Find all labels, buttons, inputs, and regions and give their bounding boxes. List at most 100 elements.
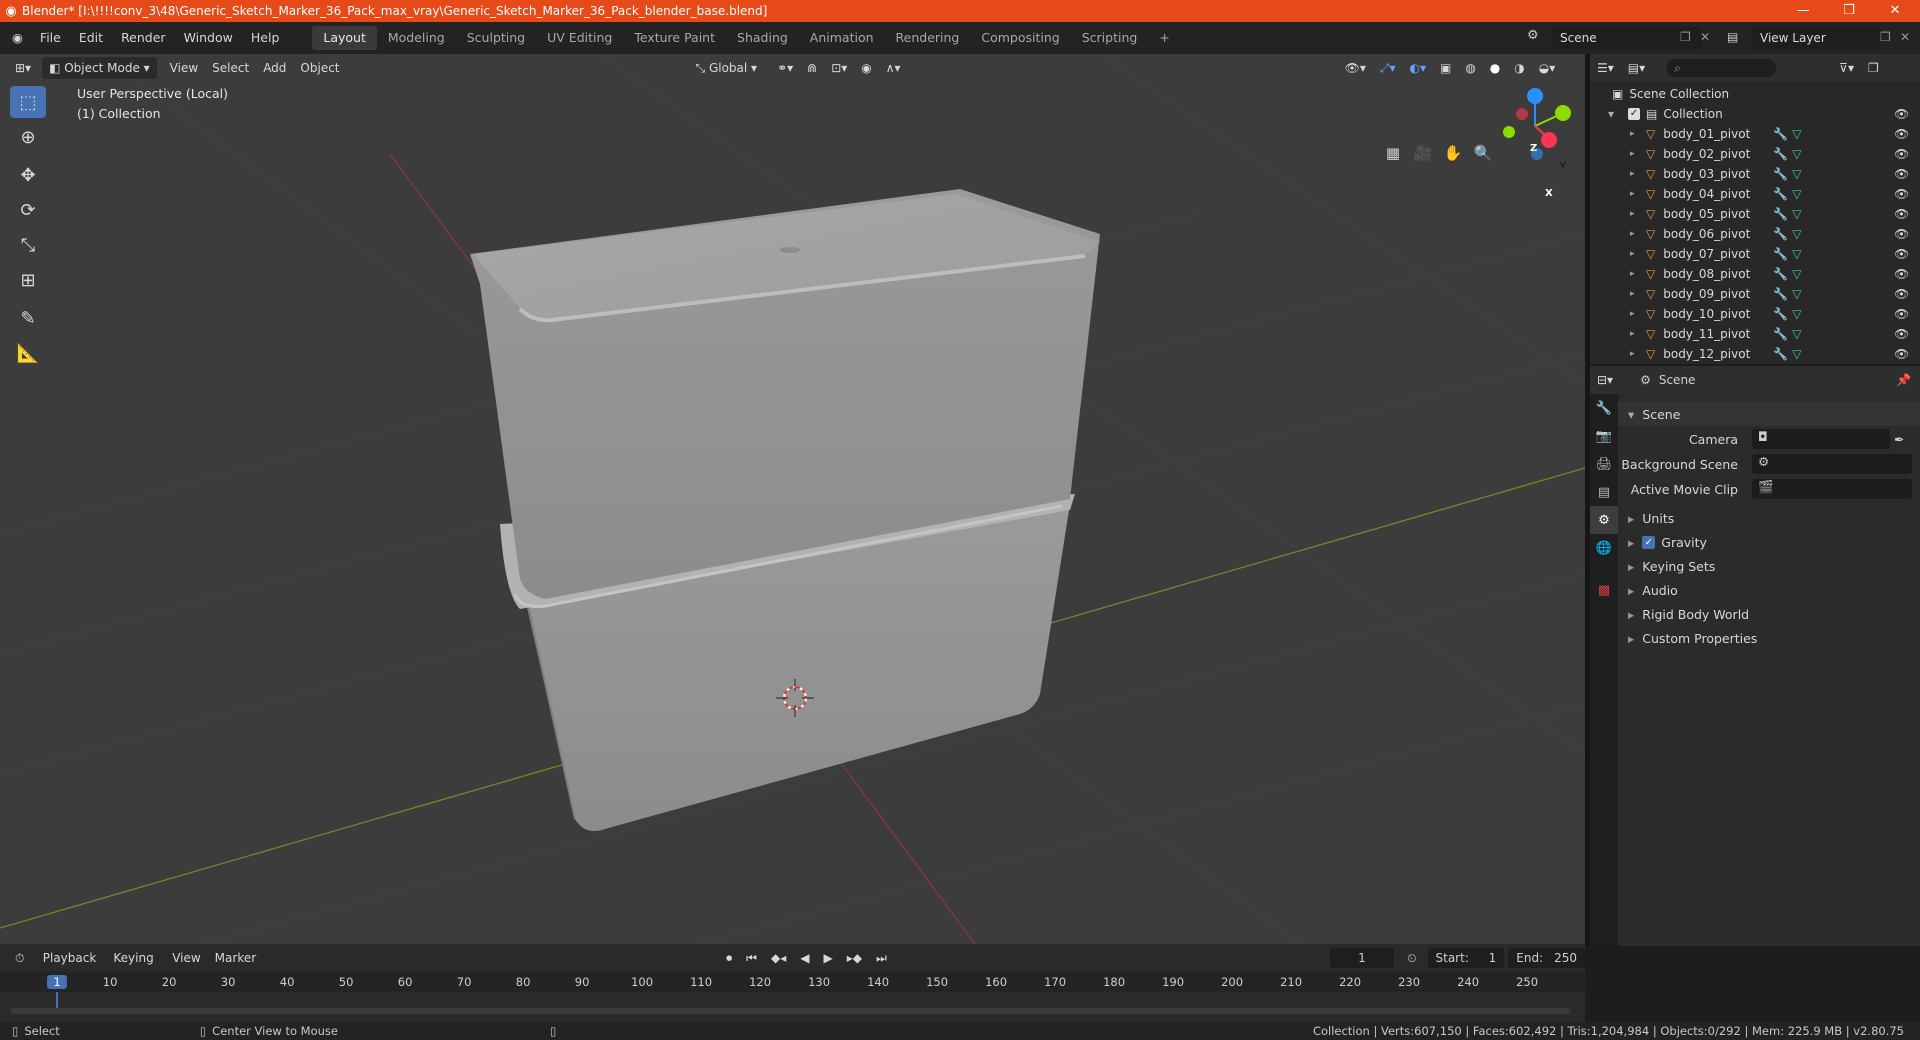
camera-view-icon[interactable]: 🎥: [1410, 140, 1436, 166]
background-scene-field[interactable]: ⚙: [1752, 454, 1912, 474]
pivot-icon[interactable]: ⚭▾: [770, 57, 800, 79]
frame-ruler[interactable]: 1 10 20 30 40 50 60 70 80 90 100 110 120 130 140 150 160…: [0, 972, 1585, 992]
solid-shading-icon[interactable]: ●: [1483, 57, 1507, 79]
keying-sets-panel[interactable]: ▸ Keying Sets: [1618, 554, 1920, 578]
menu-window[interactable]: Window: [175, 22, 242, 54]
outliner-item[interactable]: ▸ ▽ body_06_pivot 🔧 ▽ 👁: [1590, 224, 1920, 244]
outliner-item[interactable]: ▸ ▽ body_11_pivot 🔧 ▽ 👁: [1590, 324, 1920, 344]
mesh-data-icon[interactable]: ▽: [1792, 327, 1801, 341]
pan-view-icon[interactable]: ✋: [1440, 140, 1466, 166]
properties-editor-type-icon[interactable]: ⊟▾: [1590, 369, 1620, 391]
snap-target-icon[interactable]: ⊡▾: [824, 57, 854, 79]
outliner-search-input[interactable]: ⌕: [1666, 59, 1777, 77]
active-movie-clip-field[interactable]: 🎬: [1752, 479, 1912, 499]
menu-edit[interactable]: Edit: [70, 22, 112, 54]
play-reverse-icon[interactable]: ◀: [793, 947, 816, 969]
expand-item-icon[interactable]: ▸: [1630, 189, 1640, 199]
timeline-view-menu[interactable]: View: [165, 947, 207, 969]
menu-object[interactable]: Object: [293, 57, 346, 79]
timeline[interactable]: ⏱▾ Playback ▾ Keying ▾ View Marker ⏺ ⏮ ◆…: [0, 944, 1585, 1022]
display-mode-icon[interactable]: ▤▾: [1621, 57, 1652, 79]
visibility-eye-icon[interactable]: 👁: [1894, 147, 1909, 161]
snap-icon[interactable]: ⋒: [800, 57, 824, 79]
collection-visibility-icon[interactable]: 👁: [1894, 107, 1909, 121]
visibility-eye-icon[interactable]: 👁: [1894, 267, 1909, 281]
view-layer-field[interactable]: View Layer: [1752, 27, 1880, 49]
mesh-data-icon[interactable]: ▽: [1792, 227, 1801, 241]
outliner-item[interactable]: ▸ ▽ body_05_pivot 🔧 ▽ 👁: [1590, 204, 1920, 224]
visibility-eye-icon[interactable]: 👁: [1894, 327, 1909, 341]
outliner[interactable]: ☰▾ ▤▾ ⌕ ⊽▾ ❐ ▣ Scene Collection ▾ ✓ ▤ Co…: [1590, 54, 1920, 364]
gizmo-x-label[interactable]: X: [1545, 188, 1553, 199]
mesh-data-icon[interactable]: ▽: [1792, 167, 1801, 181]
gizmo-z-label[interactable]: Z: [1530, 143, 1537, 154]
new-scene-icon[interactable]: ❐: [1680, 30, 1691, 44]
filter-icon[interactable]: ⊽▾: [1832, 57, 1861, 79]
expand-item-icon[interactable]: ▸: [1630, 289, 1640, 299]
scene-tab-icon[interactable]: ⚙: [1590, 506, 1618, 534]
modifier-icon[interactable]: 🔧: [1773, 307, 1788, 321]
visibility-icon[interactable]: 👁▾: [1338, 57, 1373, 79]
blender-menu-icon[interactable]: ◉: [0, 22, 31, 54]
outliner-item[interactable]: ▸ ▽ body_02_pivot 🔧 ▽ 👁: [1590, 144, 1920, 164]
expand-item-icon[interactable]: ▸: [1630, 349, 1640, 359]
xray-icon[interactable]: ▣: [1433, 57, 1458, 79]
expand-item-icon[interactable]: ▸: [1630, 249, 1640, 259]
modifier-icon[interactable]: 🔧: [1773, 127, 1788, 141]
new-view-layer-icon[interactable]: ❐: [1880, 30, 1891, 44]
modifier-icon[interactable]: 🔧: [1773, 247, 1788, 261]
overlays-icon[interactable]: ◐▾: [1402, 57, 1433, 79]
eyedropper-icon[interactable]: ✒: [1894, 432, 1904, 447]
keying-menu[interactable]: Keying ▾: [106, 947, 165, 987]
playback-menu[interactable]: Playback ▾: [36, 947, 107, 987]
end-frame-field[interactable]: End: 250: [1508, 948, 1585, 968]
visibility-eye-icon[interactable]: 👁: [1894, 207, 1909, 221]
modifier-icon[interactable]: 🔧: [1773, 187, 1788, 201]
tab-compositing[interactable]: Compositing: [970, 26, 1070, 50]
tab-animation[interactable]: Animation: [799, 26, 885, 50]
texture-tab-icon[interactable]: ▩: [1590, 576, 1618, 604]
expand-item-icon[interactable]: ▸: [1630, 329, 1640, 339]
outliner-item[interactable]: ▸ ▽ body_07_pivot 🔧 ▽ 👁: [1590, 244, 1920, 264]
gizmo-y-label[interactable]: Y: [1559, 161, 1566, 172]
menu-help[interactable]: Help: [242, 22, 289, 54]
expand-item-icon[interactable]: ▸: [1630, 309, 1640, 319]
transform-tool-icon[interactable]: ⊞: [10, 264, 46, 296]
outliner-item[interactable]: ▸ ▽ body_03_pivot 🔧 ▽ 👁: [1590, 164, 1920, 184]
scene-selector-icon[interactable]: ⚙: [1527, 28, 1539, 43]
units-panel[interactable]: ▸ Units: [1618, 506, 1920, 530]
zoom-view-icon[interactable]: 🔍: [1470, 140, 1496, 166]
mesh-data-icon[interactable]: ▽: [1792, 147, 1801, 161]
tab-sculpting[interactable]: Sculpting: [456, 26, 536, 50]
scene-panel-header[interactable]: ▾ Scene: [1618, 402, 1920, 426]
new-collection-icon[interactable]: ❐: [1861, 57, 1886, 79]
rendered-shading-icon[interactable]: ◒▾: [1532, 57, 1563, 79]
mode-selector[interactable]: ◧ Object Mode ▾: [42, 57, 157, 79]
select-box-tool-icon[interactable]: ⬚: [10, 86, 46, 118]
mesh-data-icon[interactable]: ▽: [1792, 187, 1801, 201]
visibility-eye-icon[interactable]: 👁: [1894, 307, 1909, 321]
modifier-icon[interactable]: 🔧: [1773, 167, 1788, 181]
expand-item-icon[interactable]: ▸: [1630, 169, 1640, 179]
expand-item-icon[interactable]: ▸: [1630, 129, 1640, 139]
measure-tool-icon[interactable]: 📐: [10, 337, 46, 369]
tab-shading[interactable]: Shading: [726, 26, 799, 50]
gravity-panel[interactable]: ▸ ✓ Gravity: [1618, 530, 1920, 554]
timeline-scrollbar[interactable]: [10, 1008, 1570, 1014]
tab-layout[interactable]: Layout: [312, 26, 377, 50]
mesh-data-icon[interactable]: ▽: [1792, 287, 1801, 301]
visibility-eye-icon[interactable]: 👁: [1894, 287, 1909, 301]
mesh-data-icon[interactable]: ▽: [1792, 247, 1801, 261]
editor-type-icon[interactable]: ⊞▾: [8, 57, 38, 79]
delete-view-layer-icon[interactable]: ✕: [1900, 30, 1910, 44]
mesh-data-icon[interactable]: ▽: [1792, 207, 1801, 221]
visibility-eye-icon[interactable]: 👁: [1894, 167, 1909, 181]
expand-item-icon[interactable]: ▸: [1630, 269, 1640, 279]
modifier-icon[interactable]: 🔧: [1773, 327, 1788, 341]
visibility-eye-icon[interactable]: 👁: [1894, 247, 1909, 261]
menu-view[interactable]: View: [163, 57, 205, 79]
outliner-item[interactable]: ▸ ▽ body_12_pivot 🔧 ▽ 👁: [1590, 344, 1920, 364]
world-tab-icon[interactable]: 🌐: [1590, 534, 1618, 562]
collection-checkbox[interactable]: ✓: [1628, 108, 1640, 120]
material-shading-icon[interactable]: ◑: [1507, 57, 1531, 79]
